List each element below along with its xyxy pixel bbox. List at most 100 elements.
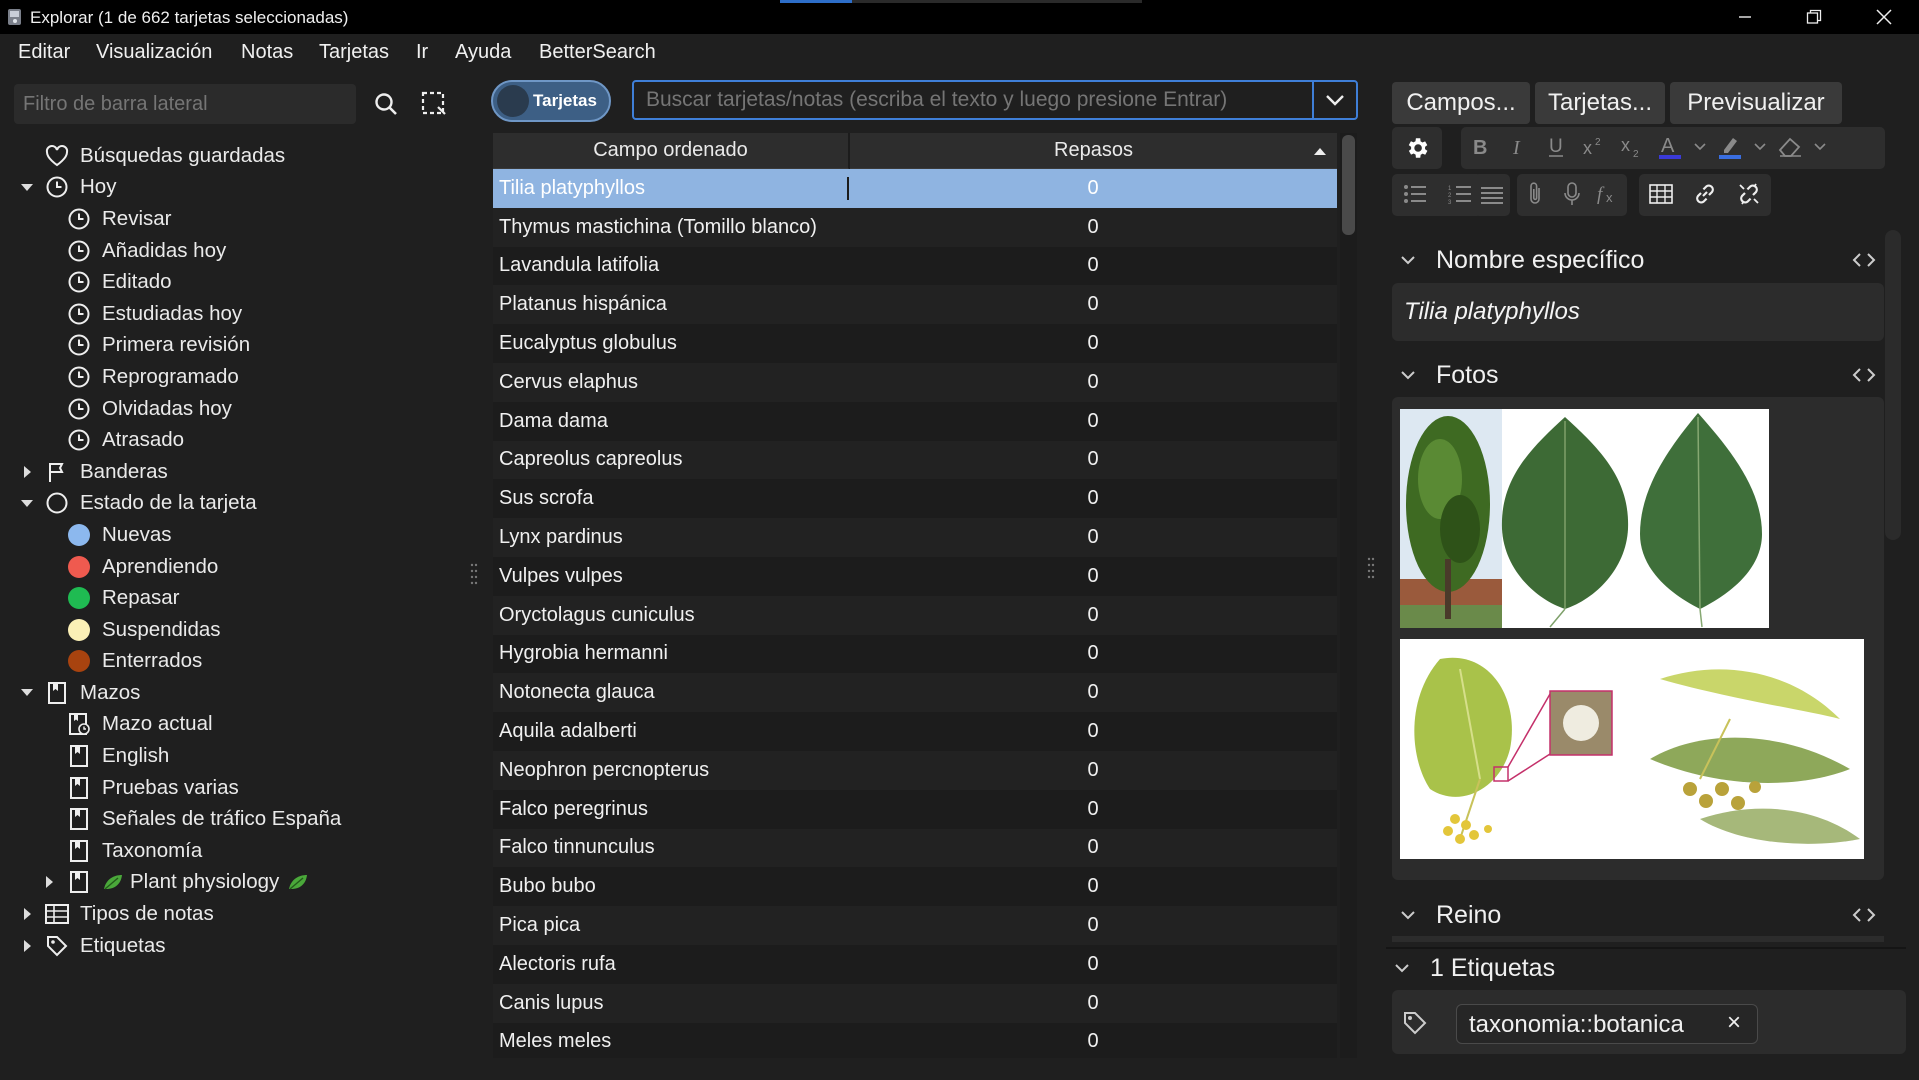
subscript-button[interactable]: x2 (1613, 127, 1651, 167)
table-button[interactable] (1639, 174, 1683, 214)
table-row[interactable]: Lynx pardinus 0 (493, 518, 1337, 557)
collapse-arrow-icon[interactable] (20, 465, 34, 479)
close-button[interactable] (1849, 0, 1919, 34)
table-row[interactable]: Oryctolagus cuniculus 0 (493, 595, 1337, 635)
table-row[interactable]: Falco peregrinus 0 (493, 789, 1337, 829)
text-color-dropdown[interactable] (1689, 127, 1711, 167)
splitter-handle[interactable] (1367, 556, 1375, 580)
restore-button[interactable] (1779, 0, 1849, 34)
menu-notas[interactable]: Notas (241, 41, 293, 64)
collapse-arrow-icon[interactable] (20, 907, 34, 921)
sidebar-item-señales-de-tráfico-españa[interactable]: Señales de tráfico España (20, 803, 460, 835)
sidebar-item-primera-revisión[interactable]: Primera revisión (20, 330, 460, 362)
table-scrollbar[interactable] (1340, 133, 1357, 1058)
table-row[interactable]: Aquila adalberti 0 (493, 712, 1337, 751)
sidebar-item-nuevas[interactable]: Nuevas (20, 519, 460, 551)
table-row[interactable]: Falco tinnunculus 0 (493, 828, 1337, 868)
html-editor-toggle-icon[interactable] (1852, 253, 1876, 267)
table-row[interactable]: Bubo bubo 0 (493, 867, 1337, 907)
table-row[interactable]: Alectoris rufa 0 (493, 945, 1337, 984)
sidebar-filter-input[interactable] (14, 84, 356, 124)
preview-button[interactable]: Previsualizar (1670, 82, 1842, 124)
text-color-button[interactable]: A (1651, 127, 1689, 167)
table-row[interactable]: Canis lupus 0 (493, 983, 1337, 1023)
sidebar-item-tipos-de-notas[interactable]: Tipos de notas (20, 898, 460, 930)
menu-bettersearch[interactable]: BetterSearch (539, 41, 656, 64)
collapse-arrow-icon[interactable] (42, 875, 56, 889)
field-header-specific-name[interactable]: Nombre específico (1392, 240, 1876, 280)
table-row[interactable]: Thymus mastichina (Tomillo blanco) 0 (493, 207, 1337, 247)
italic-button[interactable]: I (1499, 127, 1537, 167)
sidebar-item-taxonomía[interactable]: Taxonomía (20, 835, 460, 867)
sidebar-item-etiquetas[interactable]: Etiquetas (20, 930, 460, 962)
attach-button[interactable] (1517, 174, 1554, 214)
highlight-dropdown[interactable] (1749, 127, 1771, 167)
editor-scrollbar-thumb[interactable] (1885, 230, 1901, 540)
menu-editar[interactable]: Editar (18, 41, 70, 64)
menu-visualizacion[interactable]: Visualización (96, 41, 212, 64)
superscript-button[interactable]: x2 (1575, 127, 1613, 167)
menu-ayuda[interactable]: Ayuda (455, 41, 511, 64)
menu-tarjetas[interactable]: Tarjetas (319, 41, 389, 64)
table-row[interactable]: Eucalyptus globulus 0 (493, 324, 1337, 363)
scrollbar-thumb[interactable] (1342, 135, 1355, 235)
sidebar-item-plant-physiology[interactable]: Plant physiology (20, 867, 460, 899)
expand-arrow-icon[interactable] (20, 688, 34, 697)
table-row[interactable]: Lavandula latifolia 0 (493, 246, 1337, 286)
bold-button[interactable]: B (1461, 127, 1499, 167)
highlight-button[interactable] (1711, 127, 1749, 167)
collapse-arrow-icon[interactable] (20, 939, 34, 953)
splitter-handle[interactable] (470, 562, 478, 586)
clear-format-button[interactable] (1771, 127, 1809, 167)
search-history-dropdown[interactable] (1313, 80, 1358, 120)
options-button[interactable] (1392, 127, 1442, 169)
sidebar-item-aprendiendo[interactable]: Aprendiendo (20, 551, 460, 583)
clear-format-dropdown[interactable] (1809, 127, 1831, 167)
table-row[interactable]: Capreolus capreolus 0 (493, 440, 1337, 480)
unlink-button[interactable] (1727, 174, 1771, 214)
sidebar-item-repasar[interactable]: Repasar (20, 582, 460, 614)
field-value[interactable]: Tilia platyphyllos (1404, 298, 1580, 326)
table-row[interactable]: Pica pica 0 (493, 906, 1337, 945)
html-editor-toggle-icon[interactable] (1852, 368, 1876, 382)
sidebar-item-estado-de-la-tarjeta[interactable]: Estado de la tarjeta (20, 488, 460, 520)
sidebar-item-suspendidas[interactable]: Suspendidas (20, 614, 460, 646)
table-row[interactable]: Dama dama 0 (493, 401, 1337, 441)
sidebar-item-editado[interactable]: Editado (20, 266, 460, 298)
field-specific-name[interactable]: Tilia platyphyllos (1392, 283, 1884, 341)
bullet-list-button[interactable] (1392, 174, 1437, 214)
align-button[interactable] (1474, 174, 1510, 216)
expand-arrow-icon[interactable] (20, 499, 34, 508)
html-editor-toggle-icon[interactable] (1852, 908, 1876, 922)
tag-chip[interactable]: taxonomia::botanica × (1456, 1004, 1758, 1044)
sidebar-item-olvidadas-hoy[interactable]: Olvidadas hoy (20, 393, 460, 425)
sidebar-item-english[interactable]: English (20, 740, 460, 772)
sidebar-item-mazo-actual[interactable]: Mazo actual (20, 709, 460, 741)
column-header-reviews[interactable]: Repasos (850, 133, 1337, 169)
formula-button[interactable]: fx (1590, 174, 1627, 214)
sidebar-item-enterrados[interactable]: Enterrados (20, 646, 460, 678)
sidebar-search-button[interactable] (366, 84, 406, 124)
underline-button[interactable]: U (1537, 127, 1575, 167)
link-button[interactable] (1683, 174, 1727, 214)
field-photos[interactable] (1392, 397, 1884, 880)
table-row[interactable]: Tilia platyphyllos 0 (493, 169, 1337, 208)
table-row[interactable]: Notonecta glauca 0 (493, 673, 1337, 713)
minimize-button[interactable] (1710, 0, 1780, 34)
expand-arrow-icon[interactable] (20, 183, 34, 192)
field-header-kingdom[interactable]: Reino (1392, 895, 1876, 935)
field-kingdom[interactable] (1392, 936, 1884, 942)
fields-button[interactable]: Campos... (1392, 82, 1530, 124)
tag-editor[interactable]: taxonomia::botanica × (1392, 990, 1906, 1054)
cards-button[interactable]: Tarjetas... (1535, 82, 1665, 124)
sidebar-item-búsquedas-guardadas[interactable]: Búsquedas guardadas (20, 140, 460, 172)
sidebar-select-button[interactable] (414, 84, 454, 124)
cards-notes-toggle[interactable]: Tarjetas (491, 80, 611, 122)
sidebar-item-añadidas-hoy[interactable]: Añadidas hoy (20, 235, 460, 267)
table-row[interactable]: Vulpes vulpes 0 (493, 557, 1337, 596)
table-row[interactable]: Meles meles 0 (493, 1022, 1337, 1058)
table-row[interactable]: Platanus hispánica 0 (493, 285, 1337, 325)
tags-header[interactable]: 1 Etiquetas (1386, 948, 1866, 988)
tag-remove-button[interactable]: × (1727, 1009, 1741, 1037)
table-row[interactable]: Sus scrofa 0 (493, 479, 1337, 519)
